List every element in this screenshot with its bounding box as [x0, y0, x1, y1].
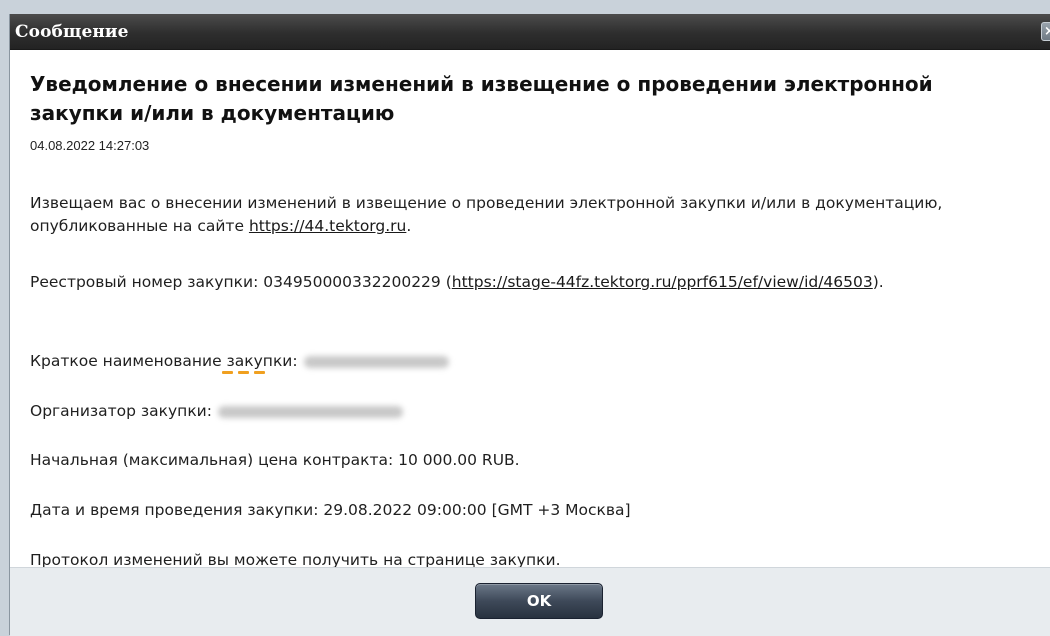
- organizer-label: Организатор закупки:: [30, 402, 212, 420]
- procurement-link[interactable]: https://stage-44fz.tektorg.ru/pprf615/ef…: [452, 273, 873, 291]
- message-dialog: Сообщение × Уведомление о внесении измен…: [9, 14, 1050, 636]
- dialog-title: Сообщение: [15, 22, 129, 42]
- registry-paragraph: Реестровый номер закупки: 03495000033220…: [30, 271, 1010, 294]
- dialog-titlebar[interactable]: Сообщение ×: [10, 14, 1050, 50]
- message-datetime: 04.08.2022 14:27:03: [30, 138, 150, 153]
- organizer-paragraph: Организатор закупки:: [30, 400, 1010, 423]
- site-link[interactable]: https://44.tektorg.ru: [249, 217, 406, 235]
- short-name-paragraph: Краткое наименование закупки:: [30, 350, 1010, 373]
- intro-paragraph: Извещаем вас о внесении изменений в изве…: [30, 192, 1010, 238]
- redacted-value: [217, 405, 403, 418]
- date-paragraph: Дата и время проведения закупки: 29.08.2…: [30, 501, 631, 519]
- redacted-value: [303, 355, 449, 368]
- message-heading: Уведомление о внесении изменений в извещ…: [30, 72, 933, 125]
- price-paragraph: Начальная (максимальная) цена контракта:…: [30, 451, 520, 469]
- intro-end: .: [406, 217, 412, 235]
- close-icon[interactable]: ×: [1041, 22, 1050, 41]
- short-name-label: Краткое наименование закупки:: [30, 352, 298, 370]
- registry-label: Реестровый номер закупки: 03495000033220…: [30, 273, 452, 291]
- registry-end: ).: [872, 273, 884, 291]
- ok-button[interactable]: OK: [475, 583, 603, 619]
- dialog-footer: OK: [10, 567, 1050, 636]
- intro-text: Извещаем вас о внесении изменений в изве…: [30, 194, 943, 235]
